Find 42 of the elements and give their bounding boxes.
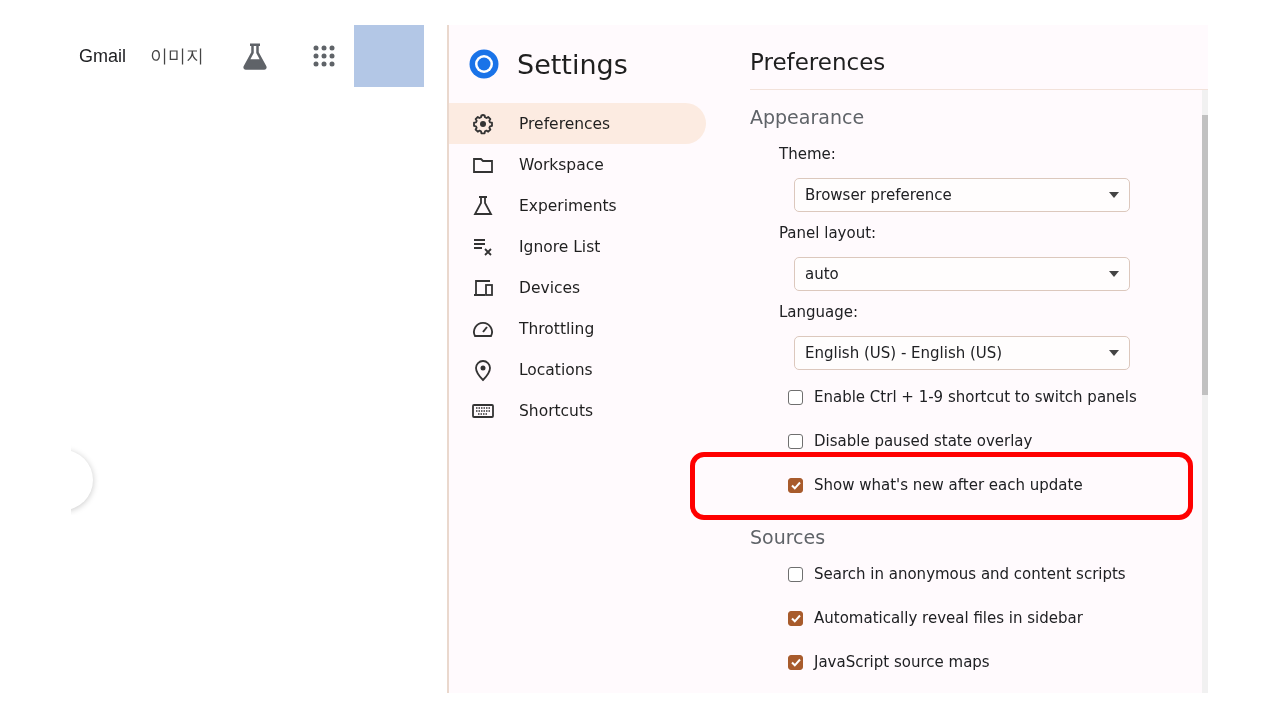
images-link[interactable]: 이미지 — [150, 44, 204, 68]
checkbox[interactable] — [788, 389, 803, 405]
section-heading: Appearance — [750, 106, 866, 130]
checkbox-label: Disable paused state overlay — [814, 432, 1033, 450]
field-label: Theme: — [779, 144, 837, 165]
checkbox-label: Show what's new after each update — [814, 476, 1083, 494]
field-label: Panel layout: — [779, 223, 878, 244]
checkbox-label: JavaScript source maps — [814, 653, 990, 671]
dropdown[interactable]: auto — [794, 257, 1130, 291]
sidebar-item[interactable]: Ignore List — [449, 226, 706, 267]
checkbox[interactable] — [788, 610, 803, 626]
gmail-link[interactable]: Gmail — [79, 45, 126, 67]
settings-title: Settings — [517, 48, 628, 80]
flask-icon — [471, 193, 495, 218]
flask-icon[interactable] — [240, 41, 270, 71]
panel-title: Preferences — [750, 48, 886, 77]
section-heading: Sources — [750, 526, 827, 550]
avatar-placeholder — [354, 25, 424, 87]
checkbox-label: Enable Ctrl + 1-9 shortcut to switch panels — [814, 388, 1137, 406]
field-label: Language: — [779, 302, 860, 323]
checkbox[interactable] — [788, 654, 803, 670]
caret-icon — [1109, 192, 1119, 198]
gear-icon — [471, 111, 495, 136]
caret-icon — [1109, 271, 1119, 277]
sidebar-item[interactable]: Devices — [449, 267, 706, 308]
checkbox[interactable] — [788, 433, 803, 449]
apps-grid-icon[interactable] — [312, 44, 336, 68]
checkbox[interactable] — [788, 477, 803, 493]
dropdown[interactable]: English (US) - English (US) — [794, 336, 1130, 370]
sidebar-item[interactable]: Shortcuts — [449, 390, 706, 431]
dropdown[interactable]: Browser preference — [794, 178, 1130, 212]
caret-icon — [1109, 350, 1119, 356]
chrome-logo-icon — [469, 49, 499, 79]
checkbox-label: Search in anonymous and content scripts — [814, 565, 1126, 583]
sidebar-item[interactable]: Experiments — [449, 185, 706, 226]
checkbox-label: Automatically reveal files in sidebar — [814, 609, 1083, 627]
sidebar-item[interactable]: Preferences — [449, 103, 706, 144]
sidebar-item[interactable]: Throttling — [449, 308, 706, 349]
scrollbar[interactable] — [1202, 90, 1208, 693]
checkbox[interactable] — [788, 566, 803, 582]
sidebar-item[interactable]: Workspace — [449, 144, 706, 185]
sidebar-item[interactable]: Locations — [449, 349, 706, 390]
